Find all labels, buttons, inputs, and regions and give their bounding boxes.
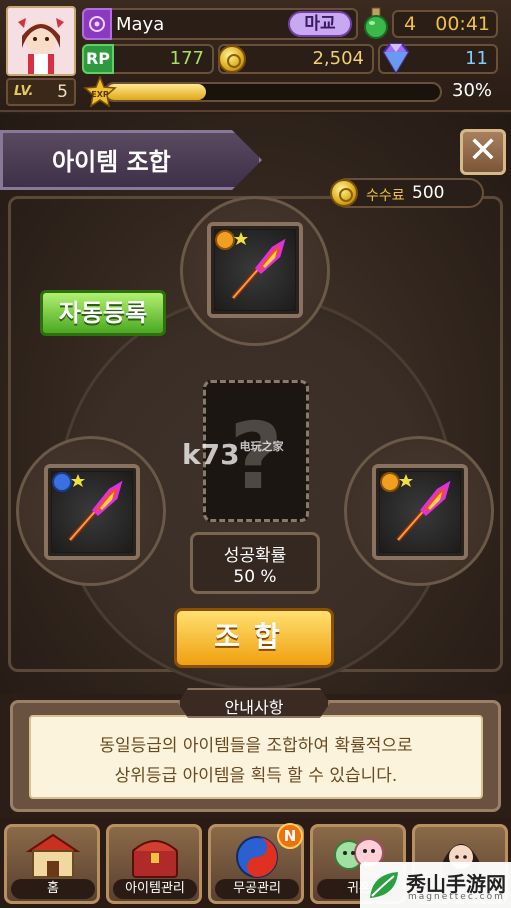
top-hud: LV. 5 Maya 마교 4 00:41 RP 177 2,504 11 EX…: [0, 0, 511, 112]
player-name-bar[interactable]: Maya 마교: [82, 8, 358, 40]
stamina-count: 4: [404, 13, 417, 35]
player-rank-icon: [82, 8, 112, 40]
player-name: Maya: [116, 14, 165, 35]
combine-button[interactable]: 조합: [174, 608, 334, 668]
exp-percent: 30%: [452, 80, 493, 101]
rp-value: 177: [169, 48, 204, 69]
exp-label: EXP: [91, 90, 109, 99]
fee-coin-icon: [330, 179, 358, 207]
level-box: LV. 5: [6, 78, 76, 106]
player-avatar[interactable]: [6, 6, 76, 76]
fee-label: 수수료: [366, 188, 405, 204]
staff-weapon-icon: [52, 472, 123, 542]
success-rate-value: 50 %: [233, 567, 277, 587]
nav-martial-arts-label: 무공관리: [215, 879, 299, 899]
material-slot-right[interactable]: [372, 464, 468, 560]
level-label: LV.: [14, 84, 34, 99]
rp-bar: RP 177: [82, 44, 214, 74]
notice-line-2: 상위등급 아이템을 획득 할 수 있습니다.: [114, 766, 398, 786]
stamina-timer-bar: 4 00:41: [392, 10, 498, 38]
diamond-gem-icon: [382, 43, 410, 74]
nav-home-label: 홈: [11, 879, 95, 899]
corner-logo-sub: magnettec.com: [408, 892, 505, 902]
exp-track: [104, 82, 442, 102]
new-badge: N: [277, 823, 303, 849]
fee-box: 수수료 500: [330, 178, 484, 208]
material-slot-top[interactable]: [207, 222, 303, 318]
close-button[interactable]: ✕: [460, 129, 506, 175]
watermark: k73电玩之家: [182, 438, 284, 471]
staff-weapon-icon: [215, 230, 286, 300]
fee-value: 500: [412, 183, 445, 203]
home-building-icon: [25, 833, 81, 878]
nav-home[interactable]: 홈: [4, 824, 100, 904]
nav-martial-arts[interactable]: N 무공관리: [208, 823, 304, 904]
notice-inner: 동일등급의 아이템들을 조합하여 확률적으로 상위등급 아이템을 획득 할 수 …: [29, 715, 483, 799]
exp-fill: [106, 84, 207, 100]
page-title: 아이템 조합: [52, 148, 171, 176]
item-combine-panel: 아이템 조합 ✕ 수수료 500 자동등록 ? k73电玩之家 성공확률 50 …: [0, 114, 511, 694]
stamina-potion-icon[interactable]: [360, 6, 392, 40]
gem-bar[interactable]: 11: [378, 43, 498, 74]
auto-register-button[interactable]: 자동등록: [40, 290, 166, 336]
stamina-timer: 00:41: [435, 13, 490, 35]
exp-star-icon: EXP: [83, 76, 117, 108]
watermark-sub: 电玩之家: [239, 440, 284, 453]
leaf-logo-icon: [370, 872, 398, 898]
watermark-text: k73: [182, 438, 240, 471]
notice-tab-label: 안내사항: [224, 698, 284, 717]
staff-weapon-icon: [380, 472, 451, 542]
level-value: 5: [57, 82, 68, 102]
rp-icon: RP: [82, 44, 114, 74]
nav-item-manage[interactable]: 아이템관리: [106, 824, 202, 904]
corner-watermark-logo: 秀山手游网 magnettec.com: [360, 862, 511, 908]
gem-value: 11: [465, 48, 488, 69]
exp-bar: EXP: [82, 76, 444, 108]
gold-value: 2,504: [312, 48, 364, 69]
gold-coin-icon: [218, 45, 246, 73]
notice-tab: 안내사항: [178, 688, 330, 718]
success-rate-label: 성공확률: [223, 546, 287, 566]
success-rate-box: 성공확률 50 %: [190, 532, 320, 594]
nav-item-manage-label: 아이템관리: [113, 879, 197, 899]
guild-tag[interactable]: 마교: [288, 11, 352, 37]
treasure-chest-icon: [132, 840, 178, 878]
notice-line-1: 동일등급의 아이템들을 조합하여 확률적으로: [99, 736, 413, 756]
material-slot-left[interactable]: [44, 464, 140, 560]
gold-bar: 2,504: [218, 44, 374, 74]
